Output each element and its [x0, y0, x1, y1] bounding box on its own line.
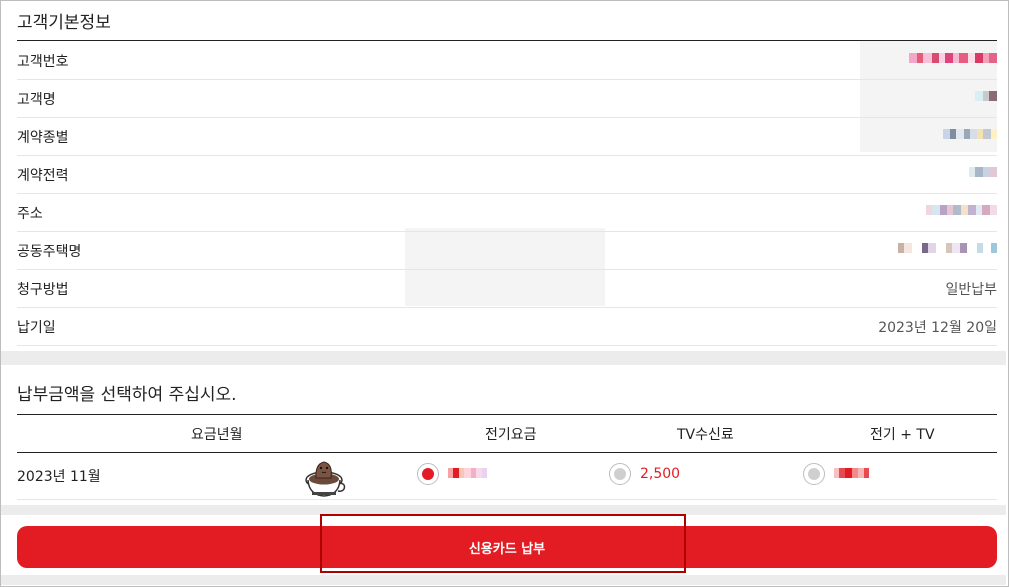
coffee-cup-mascot-icon — [305, 461, 346, 497]
info-value: 2023년 12월 20일 — [878, 320, 997, 336]
section-divider — [1, 351, 1006, 365]
redacted-value — [943, 129, 997, 141]
info-label: 청구방법 — [17, 282, 69, 298]
info-row-contract-type: 계약종별 — [17, 117, 997, 156]
redacted-value — [975, 91, 997, 103]
redacted-value — [909, 53, 997, 65]
info-row-contract-power: 계약전력 — [17, 155, 997, 194]
info-row-customer-number: 고객번호 — [17, 41, 997, 80]
redacted-amount — [834, 468, 869, 480]
info-row-due-date: 납기일 2023년 12월 20일 — [17, 307, 997, 346]
billing-month-cell: 2023년 11월 — [17, 469, 101, 485]
info-row-apartment-name: 공동주택명 — [17, 231, 997, 270]
radio-tv[interactable] — [609, 463, 631, 485]
payment-table-header: 요금년월 전기요금 TV수신료 전기 + TV — [17, 414, 997, 453]
info-row-customer-name: 고객명 — [17, 79, 997, 118]
header-electric: 전기요금 — [485, 427, 537, 443]
info-label: 주소 — [17, 206, 43, 222]
redacted-value — [926, 205, 997, 217]
bottom-band — [1, 575, 1006, 585]
header-combined: 전기 + TV — [870, 427, 935, 443]
payment-select-title: 납부금액을 선택하여 주십시오. — [17, 385, 237, 405]
redacted-value — [969, 167, 997, 179]
section-divider — [1, 505, 1006, 515]
radio-electric[interactable] — [417, 463, 439, 485]
info-value: 일반납부 — [945, 282, 997, 298]
header-tv: TV수신료 — [677, 427, 734, 443]
info-label: 공동주택명 — [17, 244, 82, 260]
customer-info-title: 고객기본정보 — [17, 13, 111, 33]
redacted-amount — [448, 468, 487, 480]
info-label: 납기일 — [17, 320, 56, 336]
info-label: 계약종별 — [17, 130, 69, 146]
info-row-billing-method: 청구방법 일반납부 — [17, 269, 997, 308]
header-billing-month: 요금년월 — [191, 427, 243, 443]
tv-amount: 2,500 — [640, 466, 681, 482]
info-label: 고객번호 — [17, 54, 69, 70]
credit-card-pay-button[interactable]: 신용카드 납부 — [17, 526, 997, 568]
table-top-divider — [17, 414, 997, 415]
redacted-value — [898, 243, 997, 255]
table-row: 2023년 11월 2,500 — [17, 453, 997, 500]
radio-combined[interactable] — [803, 463, 825, 485]
info-row-address: 주소 — [17, 193, 997, 232]
info-label: 고객명 — [17, 92, 56, 108]
info-label: 계약전력 — [17, 168, 69, 184]
